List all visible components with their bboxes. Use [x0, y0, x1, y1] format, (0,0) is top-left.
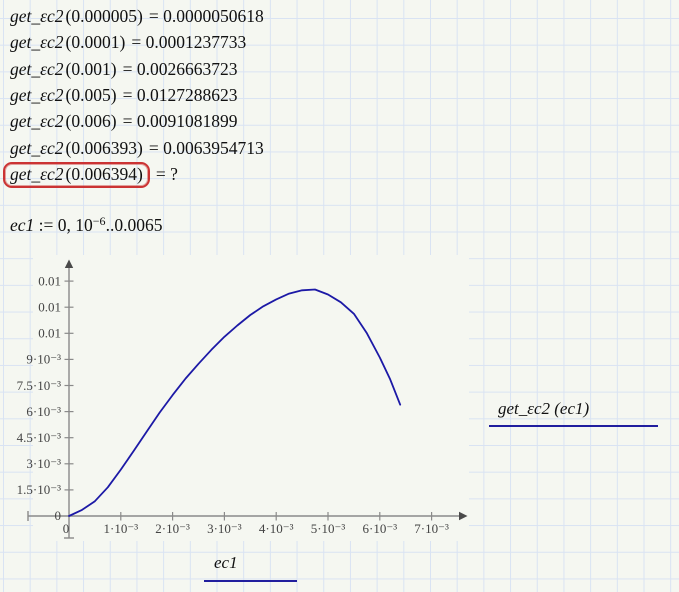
x-tick-label: 4·10⁻³: [259, 521, 294, 536]
y-tick-label: 9·10⁻³: [26, 352, 61, 367]
x-tick-label: 3·10⁻³: [207, 521, 242, 536]
y-tick-label: 0.01: [38, 273, 61, 288]
y-origin-label: 0: [55, 508, 62, 523]
y-axis-trace-label[interactable]: get_εc2 (ec1): [489, 399, 658, 427]
y-tick-label: 6·10⁻³: [26, 404, 61, 419]
x-tick-label: 6·10⁻³: [363, 521, 398, 536]
y-tick-label: 0.01: [38, 326, 61, 341]
worksheet: get_εc2 (0.000005) = 0.0000050618 get_εc2(…: [0, 0, 679, 592]
x-tick-label: 2·10⁻³: [155, 521, 190, 536]
y-tick-label: 7.5·10⁻³: [17, 378, 61, 393]
y-trace-expression: get_εc2 (ec1): [498, 399, 590, 418]
y-tick-label: 4.5·10⁻³: [17, 430, 61, 445]
x-variable-expression: ec1: [214, 553, 238, 572]
y-tick-label: 0.01: [38, 300, 61, 315]
y-tick-label: 1.5·10⁻³: [17, 482, 61, 497]
x-tick-label: 1·10⁻³: [104, 521, 139, 536]
y-tick-label: 3·10⁻³: [26, 456, 61, 471]
x-axis-variable-label[interactable]: ec1: [204, 553, 297, 582]
x-tick-label: 7·10⁻³: [414, 521, 449, 536]
x-origin-label: 0: [63, 521, 70, 536]
x-tick-label: 5·10⁻³: [311, 521, 346, 536]
xy-plot[interactable]: 1·10⁻³ 2·10⁻³ 3·10⁻³ 4·10⁻³ 5·10⁻³ 6·10⁻³ 7·10…: [0, 0, 679, 592]
